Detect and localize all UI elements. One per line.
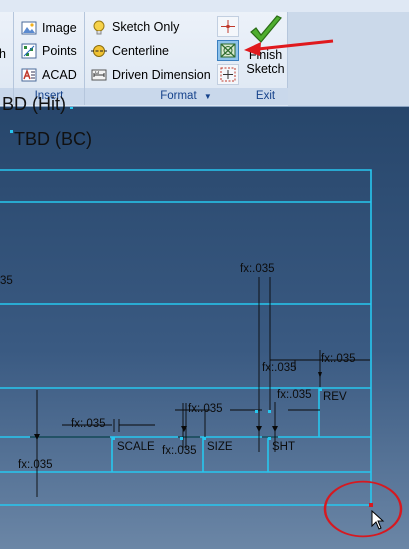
ribbon-group-exit: Finish Sketch Exit: [243, 12, 288, 105]
finish-sketch-label-2: Sketch: [246, 62, 285, 76]
ribbon-group-insert: Image Points ACAD Insert: [14, 12, 85, 105]
ribbon: h Image Points ACAD Insert Sketch Only C…: [0, 0, 409, 107]
cutoff-item[interactable]: h: [0, 44, 6, 64]
centerline-label: Centerline: [112, 44, 169, 58]
centerline-button[interactable]: Centerline: [91, 41, 169, 61]
left-cut-label: 35: [0, 275, 13, 287]
svg-text:ω: ω: [95, 70, 99, 76]
show-format-icon: [220, 43, 236, 58]
format-dropdown-icon[interactable]: ▼: [204, 92, 212, 101]
dimension-label[interactable]: fx:.035: [321, 353, 356, 365]
size-field-label: SIZE: [207, 441, 233, 453]
sketch-only-button[interactable]: Sketch Only: [91, 17, 179, 37]
insert-points-button[interactable]: Points: [21, 41, 77, 61]
scale-field-label: SCALE: [117, 441, 155, 453]
format-group-label-text: Format: [160, 90, 197, 102]
driven-dimension-label: Driven Dimension: [112, 68, 211, 82]
center-point-button[interactable]: [217, 16, 239, 37]
insert-image-button[interactable]: Image: [21, 18, 77, 38]
cutoff-item-label: h: [0, 47, 6, 61]
finish-sketch-label-1: Finish: [248, 48, 283, 62]
insert-acad-button[interactable]: ACAD: [21, 65, 77, 85]
sketch-only-icon: [93, 20, 105, 35]
show-format-button[interactable]: [217, 40, 239, 61]
acad-icon: [21, 68, 37, 82]
mouse-cursor-icon: [371, 510, 385, 530]
sht-field-label: SHT: [272, 441, 295, 453]
dimension-label[interactable]: fx:.035: [277, 389, 312, 401]
dimension-label[interactable]: fx:.035: [240, 263, 275, 275]
ribbon-group-cutoff: h: [0, 12, 14, 105]
highlight-circle: [323, 480, 403, 538]
dimension-label[interactable]: fx:.035: [162, 445, 197, 457]
dimension-label[interactable]: fx:.035: [188, 403, 223, 415]
dimension-label[interactable]: fx:.035: [18, 459, 53, 471]
finish-sketch-button[interactable]: Finish Sketch: [243, 14, 288, 86]
dimension-label[interactable]: fx:.035: [71, 418, 106, 430]
rev-field-label: REV: [323, 391, 347, 403]
ribbon-group-exit-bg: [288, 12, 409, 106]
cut-top-label: BD (Hit): [2, 94, 66, 114]
insert-image-label: Image: [42, 21, 77, 35]
constraint-button[interactable]: [217, 64, 239, 85]
points-icon: [21, 43, 37, 59]
driven-dimension-icon: ω: [91, 69, 107, 81]
dimension-label[interactable]: fx:.035: [262, 362, 297, 374]
insert-points-label: Points: [42, 44, 77, 58]
sketch-only-label: Sketch Only: [112, 20, 180, 34]
sketch-canvas[interactable]: BD (Hit) TBD (BC) 35 fx:.035 fx:.035 fx:…: [0, 94, 409, 549]
exit-group-label: Exit: [243, 88, 288, 105]
ribbon-tab-strip: [0, 0, 409, 12]
title-block-sketch: [0, 107, 403, 538]
centerline-icon: [91, 45, 107, 57]
title-label: TBD (BC): [14, 129, 92, 149]
driven-dimension-button[interactable]: ω Driven Dimension: [91, 65, 211, 85]
checkmark-icon: [249, 15, 282, 43]
constraint-icon: [220, 67, 236, 82]
insert-acad-label: ACAD: [42, 68, 77, 82]
center-point-icon: [221, 20, 235, 33]
image-icon: [21, 21, 37, 35]
